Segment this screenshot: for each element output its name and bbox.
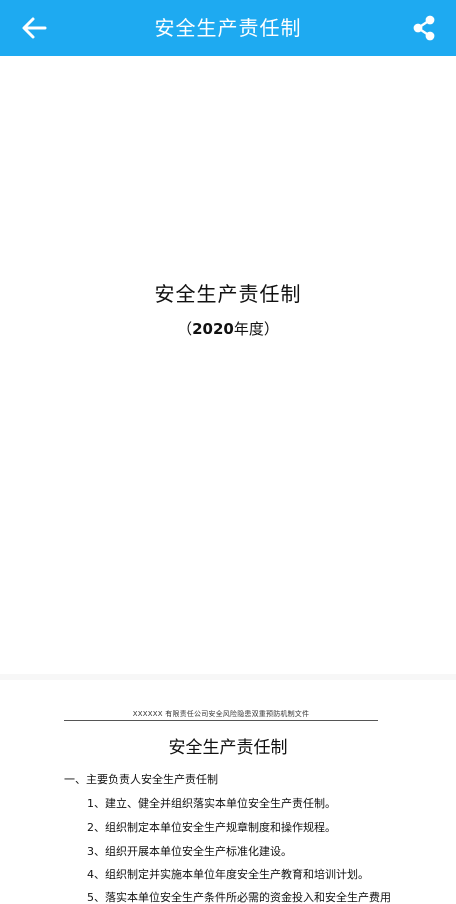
app-screen: 安全生产责任制 安全生产责任制 （2020年度） XXXXXX 有限责任公司安全… — [0, 0, 456, 904]
section-heading: 一、主要负责人安全生产责任制 — [64, 773, 218, 786]
list-item: 5、落实本单位安全生产条件所必需的资金投入和安全生产费用 — [87, 891, 391, 904]
cover-year: （2020年度） — [0, 318, 456, 339]
list-item: 3、组织开展本单位安全生产标准化建设。 — [87, 845, 292, 858]
list-item: 1、建立、健全并组织落实本单位安全生产责任制。 — [87, 797, 336, 810]
list-item: 4、组织制定并实施本单位年度安全生产教育和培训计划。 — [87, 868, 369, 881]
page-title: 安全生产责任制 — [154, 16, 302, 40]
year-open-paren: （ — [177, 320, 193, 338]
share-icon — [413, 15, 435, 41]
header-rule — [64, 720, 378, 721]
year-close-paren: ） — [263, 320, 279, 338]
top-app-bar: 安全生产责任制 — [0, 0, 456, 56]
cover-title: 安全生产责任制 — [154, 282, 302, 306]
year-number: 2020 — [192, 320, 234, 338]
document-viewer[interactable]: 安全生产责任制 （2020年度） XXXXXX 有限责任公司安全风险隐患双重预防… — [0, 56, 456, 904]
list-item: 2、组织制定本单位安全生产规章制度和操作规程。 — [87, 821, 336, 834]
cover-page: 安全生产责任制 （2020年度） — [0, 56, 456, 674]
section-title: 安全生产责任制 — [168, 738, 288, 758]
year-suffix: 年度 — [233, 320, 264, 338]
share-button[interactable] — [404, 8, 444, 48]
document-page-2: XXXXXX 有限责任公司安全风险隐患双重预防机制文件 安全生产责任制 一、主要… — [0, 680, 456, 904]
document-header-text: XXXXXX 有限责任公司安全风险隐患双重预防机制文件 — [132, 710, 310, 718]
